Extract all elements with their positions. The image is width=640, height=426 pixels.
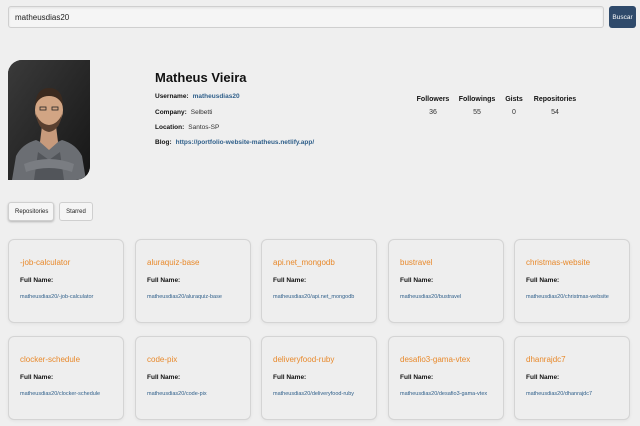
location-row: Location: Santos-SP — [155, 124, 219, 131]
company-row: Company: Selbetti — [155, 109, 212, 116]
repo-full-name-label: Full Name: — [273, 277, 307, 284]
username-link[interactable]: matheusdias20 — [193, 93, 240, 100]
repo-full-name-link[interactable]: matheusdias20/desafio3-gama-vtex — [400, 391, 487, 397]
repo-name[interactable]: deliveryfood-ruby — [273, 355, 334, 364]
avatar-photo — [8, 60, 90, 180]
repo-full-name-link[interactable]: matheusdias20/dhanrajdc7 — [526, 391, 592, 397]
repo-full-name-label: Full Name: — [400, 277, 434, 284]
repo-name[interactable]: code-pix — [147, 355, 177, 364]
stat-value: 55 — [473, 109, 481, 116]
repo-full-name-link[interactable]: matheusdias20/api.net_mongodb — [273, 294, 354, 300]
repo-name[interactable]: bustravel — [400, 258, 432, 267]
repo-name[interactable]: clocker-schedule — [20, 355, 80, 364]
stat-gists: Gists 0 — [502, 96, 526, 116]
location-value: Santos-SP — [188, 124, 220, 131]
stat-label: Repositories — [533, 96, 577, 103]
repo-full-name-link[interactable]: matheusdias20/aluraquiz-base — [147, 294, 222, 300]
search-input[interactable] — [8, 6, 604, 28]
repo-full-name-label: Full Name: — [147, 277, 181, 284]
repo-full-name-label: Full Name: — [147, 374, 181, 381]
repo-card[interactable]: aluraquiz-base Full Name: matheusdias20/al… — [135, 239, 251, 323]
repo-full-name-label: Full Name: — [400, 374, 434, 381]
profile-name: Matheus Vieira — [155, 70, 247, 85]
repo-full-name-link[interactable]: matheusdias20/bustravel — [400, 294, 461, 300]
blog-label: Blog: — [155, 139, 172, 146]
repo-full-name-link[interactable]: matheusdias20/christmas-website — [526, 294, 609, 300]
repo-full-name-label: Full Name: — [273, 374, 307, 381]
search-button[interactable]: Buscar — [609, 6, 636, 28]
repo-name[interactable]: aluraquiz-base — [147, 258, 199, 267]
tab-starred[interactable]: Starred — [59, 202, 93, 221]
avatar — [8, 60, 90, 180]
repo-full-name-label: Full Name: — [526, 374, 560, 381]
repo-card[interactable]: dhanrajdc7 Full Name: matheusdias20/dhanra… — [514, 336, 630, 420]
stat-label: Followings — [458, 96, 496, 103]
repo-name[interactable]: api.net_mongodb — [273, 258, 335, 267]
repo-full-name-link[interactable]: matheusdias20/code-pix — [147, 391, 207, 397]
stat-label: Followers — [416, 96, 450, 103]
repo-full-name-label: Full Name: — [20, 374, 54, 381]
stat-value: 54 — [551, 109, 559, 116]
repo-card[interactable]: christmas-website Full Name: matheusdias20… — [514, 239, 630, 323]
repo-card[interactable]: deliveryfood-ruby Full Name: matheusdias20… — [261, 336, 377, 420]
blog-row: Blog: https://portfolio-website-matheus.n… — [155, 139, 314, 146]
username-label: Username: — [155, 93, 189, 100]
company-label: Company: — [155, 109, 187, 116]
company-value: Selbetti — [190, 109, 213, 116]
repo-full-name-label: Full Name: — [526, 277, 560, 284]
repo-card[interactable]: api.net_mongodb Full Name: matheusdias20/a… — [261, 239, 377, 323]
repo-card[interactable]: clocker-schedule Full Name: matheusdias20/… — [8, 336, 124, 420]
repo-card[interactable]: desafio3-gama-vtex Full Name: matheusdias2… — [388, 336, 504, 420]
repo-card[interactable]: -job-calculator Full Name: matheusdias20/-… — [8, 239, 124, 323]
repo-full-name-label: Full Name: — [20, 277, 54, 284]
location-label: Location: — [155, 124, 185, 131]
repo-name[interactable]: christmas-website — [526, 258, 590, 267]
username-row: Username: matheusdias20 — [155, 93, 240, 100]
repo-full-name-link[interactable]: matheusdias20/clocker-schedule — [20, 391, 100, 397]
stat-value: 0 — [512, 109, 516, 116]
repo-name[interactable]: desafio3-gama-vtex — [400, 355, 470, 364]
repo-full-name-link[interactable]: matheusdias20/-job-calculator — [20, 294, 93, 300]
stat-label: Gists — [505, 96, 523, 103]
stat-followings: Followings 55 — [458, 96, 496, 116]
repo-name[interactable]: -job-calculator — [20, 258, 70, 267]
stat-followers: Followers 36 — [414, 96, 452, 116]
repo-card[interactable]: bustravel Full Name: matheusdias20/bustrav… — [388, 239, 504, 323]
repo-card[interactable]: code-pix Full Name: matheusdias20/code-pix — [135, 336, 251, 420]
tab-repositories[interactable]: Repositories — [8, 202, 54, 221]
repo-name[interactable]: dhanrajdc7 — [526, 355, 566, 364]
blog-link[interactable]: https://portfolio-website-matheus.netlif… — [176, 139, 315, 146]
stat-value: 36 — [429, 109, 437, 116]
stat-repositories: Repositories 54 — [532, 96, 578, 116]
repo-full-name-link[interactable]: matheusdias20/deliveryfood-ruby — [273, 391, 354, 397]
